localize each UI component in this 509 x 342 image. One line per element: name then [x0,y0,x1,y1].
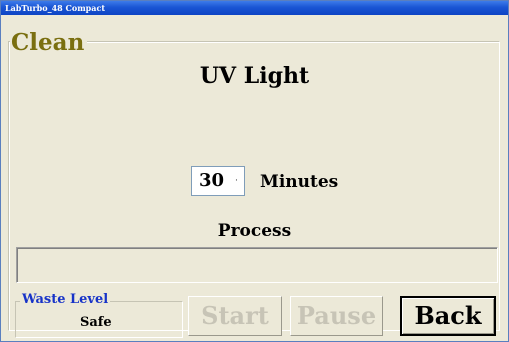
minutes-unit-label: Minutes [260,172,339,192]
pause-button[interactable]: Pause [290,296,383,336]
process-progress-bar [16,247,498,283]
minutes-spinner[interactable]: 30 · [191,166,245,196]
process-label: Process [217,221,292,241]
page-title: UV Light [199,63,310,89]
minutes-value[interactable]: 30 [199,169,224,193]
back-button[interactable]: Back [400,296,496,336]
clean-group-label: Clean [10,30,88,56]
waste-level-value: Safe [80,315,112,330]
window-title: LabTurbo_48 Compact [5,3,106,13]
waste-level-label: Waste Level [20,292,111,308]
title-bar[interactable]: LabTurbo_48 Compact [1,1,508,15]
spin-arrow-icon[interactable]: · [235,173,238,189]
start-button[interactable]: Start [188,296,282,336]
